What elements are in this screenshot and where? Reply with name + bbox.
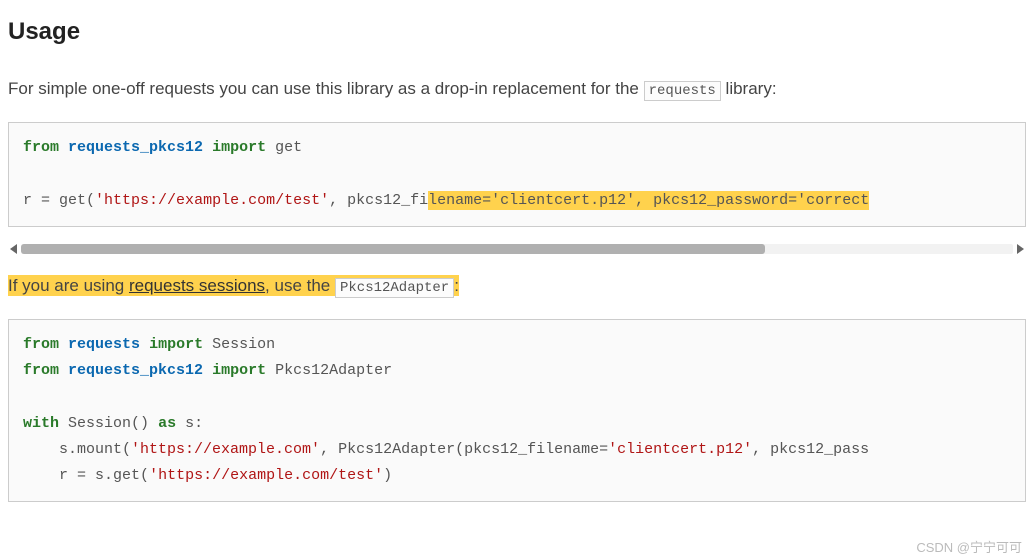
- indent: [23, 467, 59, 484]
- string-url: 'https://example.com/test': [95, 192, 329, 209]
- highlight-range: :: [454, 275, 459, 296]
- highlight-range: If you are using requests sessions, use …: [8, 275, 335, 296]
- scrollbar-track[interactable]: [21, 244, 1013, 254]
- space: [266, 139, 275, 156]
- lhs: r: [23, 192, 41, 209]
- horizontal-scrollbar[interactable]: [10, 241, 1024, 257]
- args: , Pkcs12Adapter(pkcs12_filename=: [320, 441, 608, 458]
- space: [140, 336, 149, 353]
- module-requests: requests: [68, 336, 140, 353]
- module-name: requests_pkcs12: [68, 139, 203, 156]
- op-eq: =: [41, 192, 50, 209]
- code-1: from requests_pkcs12 import get r = get(…: [23, 139, 869, 210]
- intro-paragraph: For simple one-off requests you can use …: [8, 76, 1026, 102]
- p2-text-c: :: [454, 276, 459, 295]
- space: [203, 139, 212, 156]
- space: [59, 362, 68, 379]
- scroll-left-arrow[interactable]: [10, 244, 17, 254]
- indent: [23, 441, 59, 458]
- space: [59, 415, 68, 432]
- kw-from: from: [23, 336, 59, 353]
- kw-from: from: [23, 362, 59, 379]
- mount-call: s.mount(: [59, 441, 131, 458]
- highlight-range: Pkcs12Adapter: [335, 275, 454, 296]
- intro-text-a: For simple one-off requests you can use …: [8, 79, 644, 98]
- args: , pkcs12_fi: [329, 192, 428, 209]
- p2-text-b: , use the: [265, 276, 335, 295]
- op-eq: =: [77, 467, 86, 484]
- p2-text-a: If you are using: [8, 276, 129, 295]
- code-block-1: from requests_pkcs12 import get r = get(…: [8, 122, 1026, 227]
- space: [176, 415, 185, 432]
- link-requests-sessions[interactable]: requests sessions: [129, 276, 265, 295]
- args-tail: , pkcs12_pass: [752, 441, 869, 458]
- code-block-2: from requests import Session from reques…: [8, 319, 1026, 503]
- get-call: s.get(: [86, 467, 149, 484]
- highlight-range: lename='clientcert.p12', pkcs12_password…: [428, 191, 869, 210]
- inline-code-adapter: Pkcs12Adapter: [335, 278, 454, 298]
- space: [59, 336, 68, 353]
- module-pkcs12: requests_pkcs12: [68, 362, 203, 379]
- symbol-get: get: [275, 139, 302, 156]
- kw-import: import: [149, 336, 203, 353]
- scrollbar-thumb[interactable]: [21, 244, 765, 254]
- intro-text-b: library:: [721, 79, 777, 98]
- paragraph-sessions: If you are using requests sessions, use …: [8, 273, 1026, 299]
- space: [266, 362, 275, 379]
- kw-import: import: [212, 139, 266, 156]
- space: [203, 362, 212, 379]
- lhs: r: [59, 467, 77, 484]
- space: [149, 415, 158, 432]
- code-2: from requests import Session from reques…: [23, 336, 869, 484]
- inline-code-requests: requests: [644, 81, 721, 101]
- kw-from: from: [23, 139, 59, 156]
- string-host: 'https://example.com': [131, 441, 320, 458]
- section-heading: Usage: [8, 18, 1026, 46]
- kw-with: with: [23, 415, 59, 432]
- scroll-right-arrow[interactable]: [1017, 244, 1024, 254]
- symbol-session: Session: [212, 336, 275, 353]
- call-session: Session(): [68, 415, 149, 432]
- kw-import: import: [212, 362, 266, 379]
- var-s: s:: [185, 415, 203, 432]
- string-cert: 'clientcert.p12': [608, 441, 752, 458]
- call: get(: [50, 192, 95, 209]
- end-paren: ): [383, 467, 392, 484]
- kw-as: as: [158, 415, 176, 432]
- space: [59, 139, 68, 156]
- symbol-adapter: Pkcs12Adapter: [275, 362, 392, 379]
- space: [203, 336, 212, 353]
- watermark: CSDN @宁宁可可: [916, 537, 1022, 556]
- string-url: 'https://example.com/test': [149, 467, 383, 484]
- highlighted-code: lename='clientcert.p12', pkcs12_password…: [428, 192, 869, 209]
